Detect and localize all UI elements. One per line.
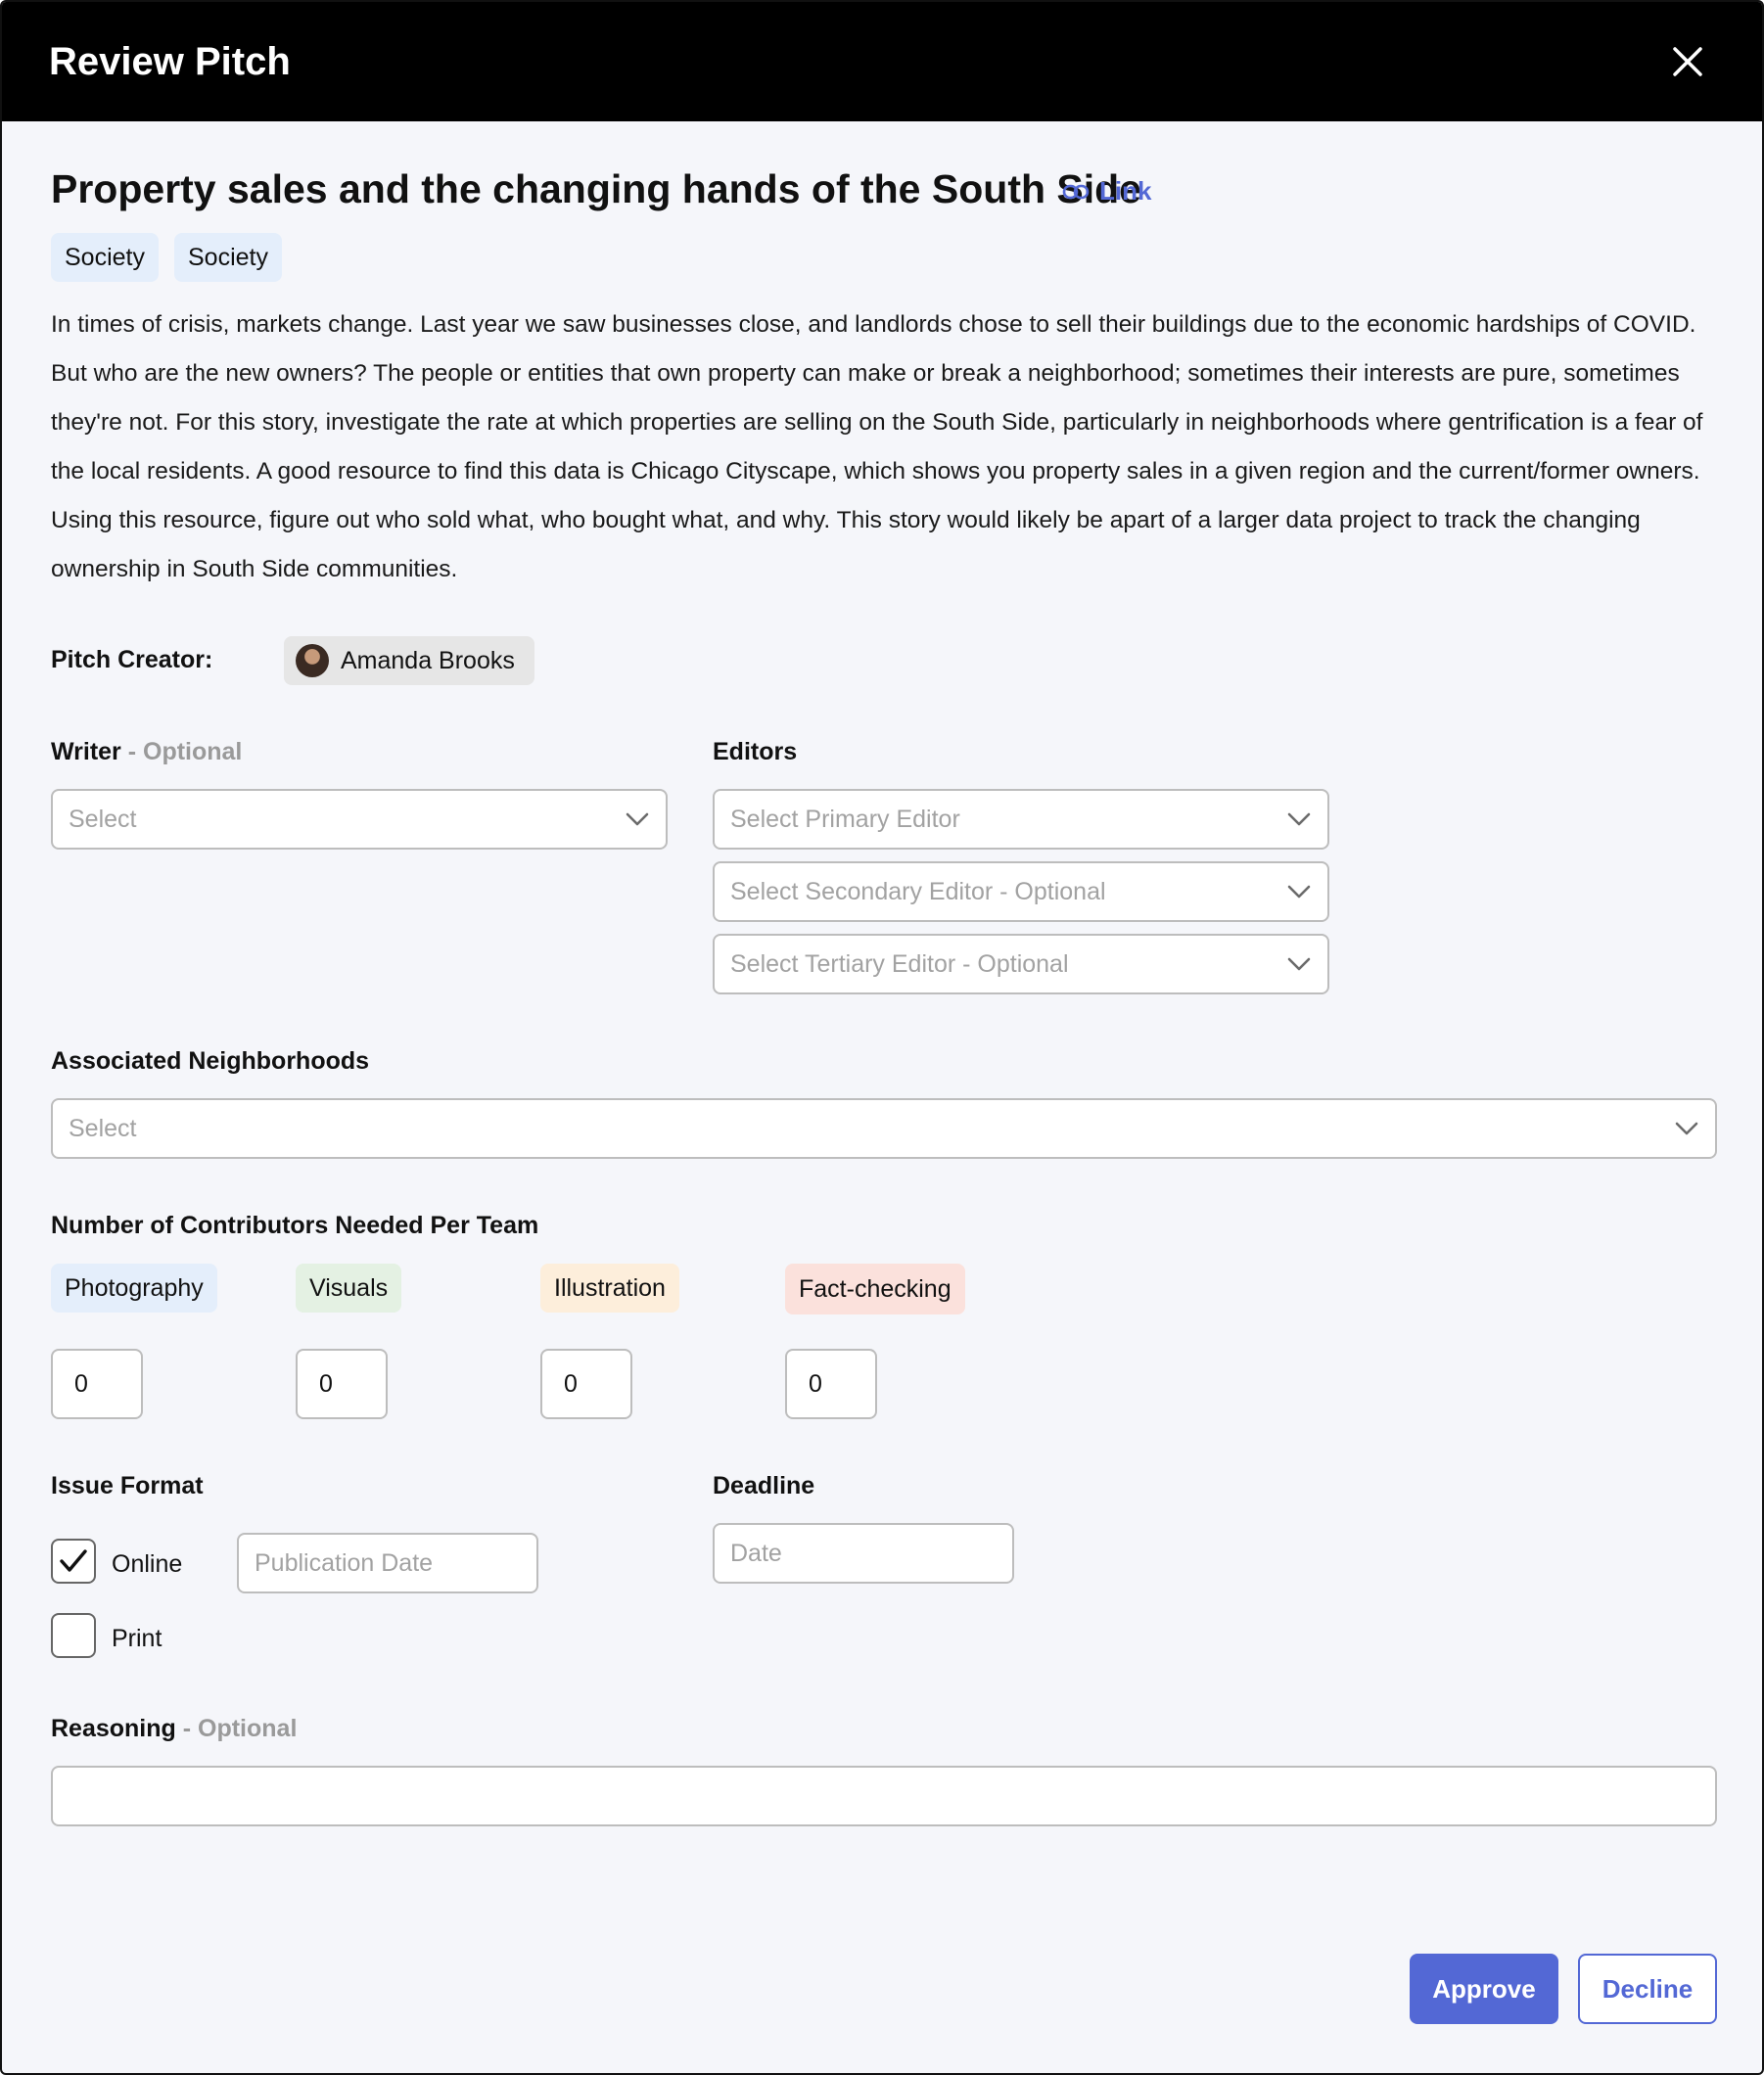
pitch-link[interactable]: Link [1062, 176, 1151, 207]
close-icon [1673, 47, 1702, 76]
link-label: Link [1099, 176, 1152, 206]
pitch-creator-label: Pitch Creator: [51, 646, 213, 673]
chevron-down-icon [1675, 1122, 1698, 1135]
avatar [296, 644, 329, 677]
illustration-count-input[interactable]: 0 [540, 1349, 632, 1419]
pitch-description: In times of crisis, markets change. Last… [51, 311, 1703, 582]
deadline-label: Deadline [713, 1472, 815, 1499]
chevron-down-icon [1287, 885, 1311, 899]
deadline-date-input[interactable]: Date [713, 1523, 1014, 1584]
team-tag-illustration: Illustration [540, 1264, 679, 1313]
online-label: Online [112, 1550, 183, 1578]
writer-optional: - Optional [120, 738, 243, 765]
visuals-count-input[interactable]: 0 [296, 1349, 388, 1419]
team-tag-photography: Photography [51, 1264, 217, 1313]
chevron-down-icon [1287, 957, 1311, 971]
approve-button[interactable]: Approve [1410, 1954, 1558, 2024]
decline-button[interactable]: Decline [1578, 1954, 1717, 2024]
issue-format-label: Issue Format [51, 1472, 204, 1499]
reasoning-optional: - Optional [175, 1715, 298, 1742]
editors-label: Editors [713, 738, 798, 765]
print-checkbox[interactable] [51, 1613, 96, 1658]
reasoning-input[interactable] [51, 1766, 1717, 1826]
primary-editor-select[interactable]: Select Primary Editor [713, 789, 1329, 850]
neighborhoods-label: Associated Neighborhoods [51, 1047, 370, 1075]
neighborhoods-placeholder: Select [69, 1114, 137, 1142]
tertiary-editor-select[interactable]: Select Tertiary Editor - Optional [713, 934, 1329, 994]
close-button[interactable] [1666, 40, 1709, 83]
print-label: Print [112, 1625, 162, 1652]
pitch-title: Property sales and the changing hands of… [51, 166, 1141, 211]
contributors-label: Number of Contributors Needed Per Team [51, 1212, 539, 1239]
modal-title: Review Pitch [49, 39, 291, 83]
link-icon [1062, 184, 1090, 199]
secondary-editor-select[interactable]: Select Secondary Editor - Optional [713, 861, 1329, 922]
team-tag-visuals: Visuals [296, 1264, 402, 1313]
modal-header: Review Pitch [2, 2, 1762, 121]
chevron-down-icon [1287, 812, 1311, 826]
topic-tag: Society [174, 233, 282, 282]
primary-editor-placeholder: Select Primary Editor [730, 805, 960, 833]
checkmark-icon [60, 1549, 87, 1572]
secondary-editor-placeholder: Select Secondary Editor - Optional [730, 877, 1106, 905]
fact-checking-count-input[interactable]: 0 [785, 1349, 877, 1419]
writer-label: Writer - Optional [51, 738, 242, 766]
writer-label-text: Writer [51, 738, 121, 765]
publication-date-input[interactable]: Publication Date [237, 1533, 538, 1593]
reasoning-label: Reasoning - Optional [51, 1715, 297, 1743]
photography-count-input[interactable]: 0 [51, 1349, 143, 1419]
review-pitch-modal: Review Pitch Property sales and the chan… [0, 0, 1764, 2075]
online-checkbox[interactable] [51, 1539, 96, 1584]
tertiary-editor-placeholder: Select Tertiary Editor - Optional [730, 949, 1069, 978]
neighborhoods-select[interactable]: Select [51, 1098, 1717, 1159]
writer-select[interactable]: Select [51, 789, 668, 850]
team-tag-fact-checking: Fact-checking [785, 1264, 965, 1314]
chevron-down-icon [626, 812, 649, 826]
creator-name: Amanda Brooks [341, 646, 515, 674]
topic-tag: Society [51, 233, 159, 282]
reasoning-label-text: Reasoning [51, 1715, 176, 1742]
creator-chip: Amanda Brooks [284, 636, 534, 685]
writer-select-placeholder: Select [69, 805, 137, 833]
